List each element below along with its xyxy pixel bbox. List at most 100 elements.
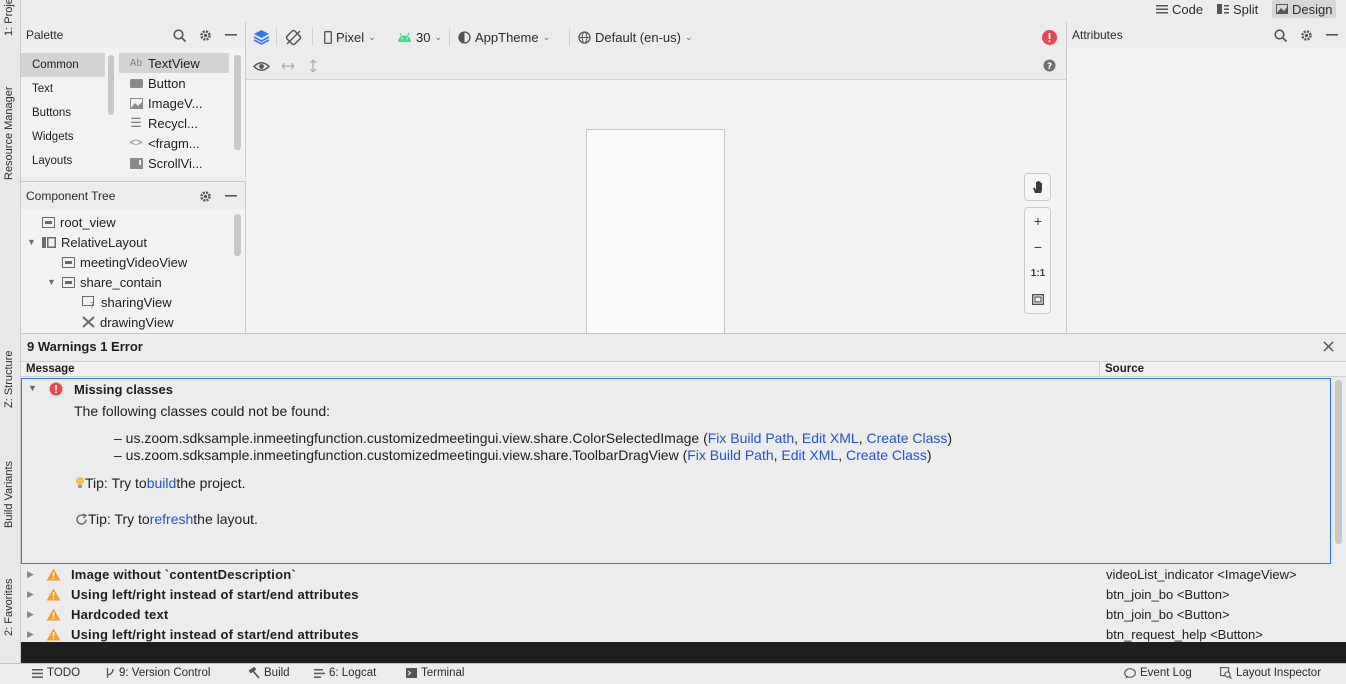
missing-class-line: – us.zoom.sdksample.inmeetingfunction.cu… — [114, 430, 953, 446]
split-mode-label: Split — [1233, 1, 1259, 17]
unknown-view-icon: ? — [82, 296, 96, 308]
expand-triangle-icon[interactable]: ▶ — [27, 589, 34, 600]
tree-node-drawingview[interactable]: drawingView — [67, 312, 173, 332]
palette-category-widgets[interactable]: Widgets — [21, 125, 105, 149]
expand-triangle-icon[interactable]: ▶ — [27, 629, 34, 640]
palette-category-common[interactable]: Common — [21, 53, 105, 77]
logcat-tab[interactable]: 6: Logcat — [314, 667, 376, 679]
locale-selector[interactable]: Default (en-us) ⌄ — [578, 27, 693, 47]
minimize-icon[interactable] — [225, 34, 237, 36]
palette-widget-fragment[interactable]: <> <fragm... — [119, 133, 229, 153]
tree-scrollbar[interactable] — [234, 214, 241, 256]
split-mode-button[interactable]: Split — [1213, 0, 1262, 18]
attributes-panel: Attributes — [1066, 22, 1346, 333]
palette-widget-imageview[interactable]: ImageV... — [119, 93, 229, 113]
device-preview[interactable] — [586, 129, 725, 333]
imageview-icon — [129, 97, 143, 109]
tree-node-relativelayout[interactable]: ▼ RelativeLayout — [27, 232, 147, 252]
gear-icon[interactable] — [199, 190, 212, 203]
toolbar-separator — [449, 28, 450, 46]
edit-xml-link[interactable]: Edit XML — [802, 430, 859, 446]
build-tab[interactable]: Build — [248, 667, 290, 679]
component-tree-panel: Component Tree root_view ▼ RelativeLayou… — [21, 181, 246, 333]
resource-manager-tool-tab[interactable]: Resource Manager — [3, 86, 15, 180]
terminal-tab[interactable]: Terminal — [406, 667, 464, 679]
project-tool-tab[interactable]: 1: Project — [3, 0, 15, 36]
lightbulb-icon — [75, 476, 85, 490]
horizontal-arrows-icon[interactable] — [281, 61, 295, 71]
create-class-link[interactable]: Create Class — [867, 430, 948, 446]
device-selector[interactable]: Pixel ⌄ — [324, 27, 376, 47]
zoom-actual-size-button[interactable]: 1:1 — [1025, 260, 1051, 286]
structure-tool-tab[interactable]: Z: Structure — [3, 351, 15, 408]
warning-row[interactable]: ▶ Hardcoded text btn_join_bo <Button> — [21, 605, 1331, 625]
gear-icon[interactable] — [199, 29, 212, 42]
list-icon — [32, 668, 43, 678]
problems-scrollbar[interactable] — [1335, 380, 1342, 544]
close-icon[interactable] — [1323, 341, 1334, 352]
fix-build-path-link[interactable]: Fix Build Path — [708, 430, 794, 446]
expand-triangle-icon[interactable]: ▼ — [27, 237, 37, 247]
palette-category-text[interactable]: Text — [21, 77, 105, 101]
error-row-expanded[interactable]: ▼ Missing classes The following classes … — [21, 378, 1331, 564]
horizontal-scrollbar-area — [21, 642, 1346, 663]
tree-node-root-view[interactable]: root_view — [27, 212, 116, 232]
edit-xml-link[interactable]: Edit XML — [781, 447, 838, 463]
help-icon[interactable]: ? — [1043, 59, 1056, 72]
design-mode-button[interactable]: Design — [1272, 0, 1337, 18]
build-link[interactable]: build — [147, 475, 177, 491]
gear-icon[interactable] — [1300, 29, 1313, 42]
api-level-selector[interactable]: 30 ⌄ — [397, 27, 442, 47]
chevron-down-icon: ⌄ — [434, 31, 443, 42]
palette-widget-scrollview[interactable]: ScrollVi... — [119, 153, 229, 173]
widgets-scrollbar[interactable] — [234, 55, 241, 150]
search-icon[interactable] — [173, 29, 186, 42]
event-log-tab[interactable]: Event Log — [1124, 667, 1192, 679]
tree-node-sharingview[interactable]: ? sharingView — [67, 292, 172, 312]
code-mode-button[interactable]: Code — [1152, 0, 1207, 18]
layers-icon[interactable] — [253, 29, 270, 46]
fix-build-path-link[interactable]: Fix Build Path — [687, 447, 773, 463]
build-variants-tool-tab[interactable]: Build Variants — [3, 461, 15, 528]
zoom-in-button[interactable]: + — [1025, 208, 1051, 234]
vertical-arrows-icon[interactable] — [308, 59, 318, 73]
warning-row[interactable]: ▶ Using left/right instead of start/end … — [21, 585, 1331, 605]
zoom-out-button[interactable]: − — [1025, 234, 1051, 260]
minimize-icon[interactable] — [1326, 34, 1338, 36]
palette-category-buttons[interactable]: Buttons — [21, 101, 105, 125]
eye-icon[interactable] — [253, 60, 270, 73]
create-class-link[interactable]: Create Class — [846, 447, 927, 463]
version-control-tab[interactable]: 9: Version Control — [105, 667, 210, 679]
android-icon — [397, 32, 412, 42]
minimize-icon[interactable] — [225, 195, 237, 197]
palette-widget-button[interactable]: Button — [119, 73, 229, 93]
chevron-down-icon: ⌄ — [368, 31, 376, 42]
search-icon[interactable] — [1274, 29, 1287, 42]
hand-icon[interactable] — [1025, 174, 1051, 200]
layout-inspector-tab[interactable]: Layout Inspector — [1220, 667, 1321, 679]
todo-tab[interactable]: TODO — [32, 667, 80, 679]
tree-node-share-contain[interactable]: ▼ share_contain — [47, 272, 162, 292]
orientation-icon[interactable] — [285, 29, 302, 46]
warning-row[interactable]: ▶ Image without `contentDescription` vid… — [21, 565, 1331, 585]
palette-categories: Common Text Buttons Widgets Layouts — [21, 52, 105, 177]
attributes-header: Attributes — [1067, 22, 1346, 48]
palette-category-layouts[interactable]: Layouts — [21, 149, 105, 173]
problems-panel: 9 Warnings 1 Error Message Source ▼ Miss… — [21, 333, 1346, 643]
error-indicator-icon[interactable] — [1041, 29, 1058, 46]
favorites-tool-tab[interactable]: 2: Favorites — [3, 579, 15, 636]
categories-scrollbar[interactable] — [108, 55, 114, 115]
palette-widget-recyclerview[interactable]: ☰ Recycl... — [119, 113, 229, 133]
source-column-header[interactable]: Source — [1105, 363, 1144, 375]
palette-widget-textview[interactable]: Ab TextView — [119, 53, 229, 73]
refresh-link[interactable]: refresh — [150, 511, 194, 527]
zoom-to-fit-button[interactable] — [1025, 286, 1051, 312]
expand-triangle-icon[interactable]: ▼ — [47, 277, 57, 287]
warning-source: btn_join_bo <Button> — [1106, 607, 1230, 622]
expand-triangle-icon[interactable]: ▶ — [27, 609, 34, 620]
collapse-triangle-icon[interactable]: ▼ — [28, 383, 37, 393]
tree-node-meetingvideoview[interactable]: meetingVideoView — [47, 252, 187, 272]
theme-selector[interactable]: AppTheme ⌄ — [458, 27, 550, 47]
expand-triangle-icon[interactable]: ▶ — [27, 569, 34, 580]
message-column-header[interactable]: Message — [26, 363, 75, 375]
